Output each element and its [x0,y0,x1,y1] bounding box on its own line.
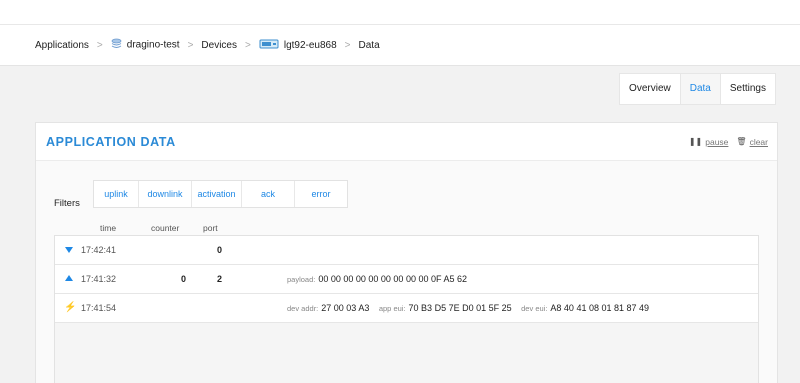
dev-eui-value: A8 40 41 08 01 81 87 49 [550,303,650,313]
tab-overview[interactable]: Overview [620,74,680,104]
panel-actions: ❚❚ pause 🗑 clear [689,137,768,147]
filter-uplink-button[interactable]: uplink [94,181,139,207]
trash-icon[interactable]: 🗑 [736,137,746,146]
filter-error-button[interactable]: error [295,181,347,207]
row-activation-details: dev addr: 27 00 03 A3 app eui: 70 B3 D5 7E… [287,294,656,323]
device-icon [259,38,279,53]
filter-downlink-button[interactable]: downlink [139,181,192,207]
breadcrumb-data: Data [358,39,380,51]
app-stack-icon [111,38,122,52]
breadcrumb-separator: > [344,39,351,51]
pause-icon[interactable]: ❚❚ [689,137,702,146]
uplink-arrow-icon [65,275,73,281]
row-counter: 0 [181,274,187,284]
breadcrumb-device[interactable]: lgt92-eu868 [259,38,337,53]
top-bar [0,0,800,24]
filters-label: Filters [54,198,80,209]
row-port: 2 [217,274,223,284]
activation-bolt-icon: ⚡ [64,302,77,313]
pause-button[interactable]: pause [705,137,728,147]
column-header-time: time [100,223,117,233]
application-data-panel: APPLICATION DATA ❚❚ pause 🗑 clear Filter… [35,122,778,383]
message-row[interactable]: 17:42:41 0 [55,236,758,265]
row-time: 17:41:54 [81,303,117,313]
breadcrumb-application[interactable]: dragino-test [111,38,180,52]
breadcrumb-separator: > [245,39,251,51]
app-eui-value: 70 B3 D5 7E D0 01 5F 25 [408,303,512,313]
dev-eui-label: dev eui: [521,304,548,313]
device-tabs: Overview Data Settings [619,73,776,105]
tab-settings[interactable]: Settings [721,74,775,104]
row-port: 0 [217,245,223,255]
message-row[interactable]: ⚡ 17:41:54 dev addr: 27 00 03 A3 app eui:… [55,294,758,323]
downlink-arrow-icon [65,247,73,253]
filter-ack-button[interactable]: ack [242,181,295,207]
column-header-counter: counter [151,223,180,233]
clear-button[interactable]: clear [750,137,768,147]
filter-activation-button[interactable]: activation [192,181,242,207]
filter-group: uplink downlink activation ack error [93,180,348,208]
row-time: 17:42:41 [81,245,117,255]
panel-title: APPLICATION DATA [46,134,176,149]
message-list: 17:42:41 0 17:41:32 0 2 payload: 00 00 00… [54,235,759,383]
breadcrumb-application-label: dragino-test [126,39,180,51]
message-row[interactable]: 17:41:32 0 2 payload: 00 00 00 00 00 00 0… [55,265,758,294]
breadcrumb-devices[interactable]: Devices [201,40,237,51]
payload-value: 00 00 00 00 00 00 00 00 00 0F A5 62 [318,274,467,284]
column-header-port: port [203,223,218,233]
dev-addr-label: dev addr: [287,304,319,313]
breadcrumb: Applications > dragino-test > Devices > … [0,24,800,66]
breadcrumb-device-label: lgt92-eu868 [283,39,337,51]
tab-data[interactable]: Data [679,74,721,104]
dev-addr-value: 27 00 03 A3 [321,303,370,313]
breadcrumb-applications[interactable]: Applications [35,40,89,51]
payload-label: payload: [287,275,316,284]
row-time: 17:41:32 [81,274,117,284]
breadcrumb-separator: > [187,39,194,51]
row-payload: payload: 00 00 00 00 00 00 00 00 00 0F A5… [287,265,474,294]
panel-header: APPLICATION DATA ❚❚ pause 🗑 clear [36,123,777,161]
breadcrumb-separator: > [96,39,103,51]
app-eui-label: app eui: [378,304,406,313]
